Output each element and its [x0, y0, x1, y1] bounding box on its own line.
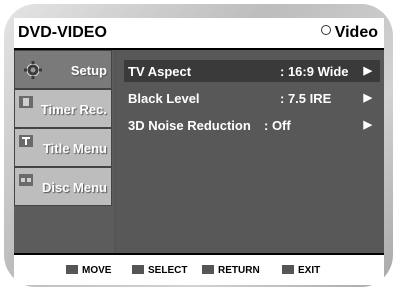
return-key-icon: [202, 265, 214, 274]
osd-footer: MOVE SELECT RETURN EXIT: [14, 253, 384, 285]
sidebar-item-label: Setup: [70, 63, 107, 78]
timer-icon: [19, 96, 33, 108]
hint-return-label: RETURN: [218, 265, 260, 276]
hint-move-label: MOVE: [82, 265, 112, 276]
arrow-right-icon: ▶: [363, 65, 372, 77]
header-mode: Video: [320, 24, 378, 42]
gear-icon: [24, 61, 42, 79]
arrow-right-icon: ▶: [363, 92, 372, 104]
sidebar-item-disc-menu[interactable]: Disc Menu: [14, 167, 112, 206]
osd-screen: DVD-VIDEO Video Setup Timer Rec. Title M…: [14, 18, 384, 285]
menu-row-3d-noise-reduction[interactable]: 3D Noise Reduction : Off ▶: [124, 114, 380, 136]
row-label: 3D Noise Reduction: [128, 118, 251, 133]
menu-row-black-level[interactable]: Black Level : 7.5 IRE ▶: [124, 87, 380, 109]
menu-row-tv-aspect[interactable]: TV Aspect : 16:9 Wide ▶: [124, 60, 380, 82]
settings-panel: TV Aspect : 16:9 Wide ▶ Black Level : 7.…: [116, 50, 384, 253]
disc-menu-icon: [19, 174, 33, 186]
row-value: : 16:9 Wide: [280, 64, 349, 79]
sidebar-item-title-menu[interactable]: Title Menu: [14, 128, 112, 167]
circle-icon: [320, 25, 331, 35]
row-label: TV Aspect: [128, 64, 192, 79]
header-mode-label: Video: [334, 24, 378, 41]
header-title: DVD-VIDEO: [18, 24, 107, 41]
sidebar-item-timer-rec[interactable]: Timer Rec.: [14, 89, 112, 128]
move-key-icon: [66, 265, 78, 274]
hint-move: MOVE: [66, 265, 111, 276]
row-label: Black Level: [128, 91, 200, 106]
row-value: : Off: [264, 118, 291, 133]
sidebar-item-label: Disc Menu: [41, 180, 107, 195]
hint-select: SELECT: [132, 265, 187, 276]
row-value: : 7.5 IRE: [280, 91, 332, 106]
sidebar: Setup Timer Rec. Title Menu Disc Menu: [14, 50, 114, 253]
select-key-icon: [132, 265, 144, 274]
sidebar-item-label: Timer Rec.: [40, 102, 107, 117]
hint-exit: EXIT: [282, 265, 320, 276]
title-menu-icon: [19, 135, 33, 147]
hint-exit-label: EXIT: [298, 265, 321, 276]
sidebar-item-setup[interactable]: Setup: [14, 50, 112, 89]
hint-select-label: SELECT: [148, 265, 188, 276]
exit-key-icon: [282, 265, 294, 274]
sidebar-item-label: Title Menu: [42, 141, 107, 156]
arrow-right-icon: ▶: [363, 119, 372, 131]
osd-header: DVD-VIDEO Video: [14, 18, 384, 50]
hint-return: RETURN: [202, 265, 260, 276]
